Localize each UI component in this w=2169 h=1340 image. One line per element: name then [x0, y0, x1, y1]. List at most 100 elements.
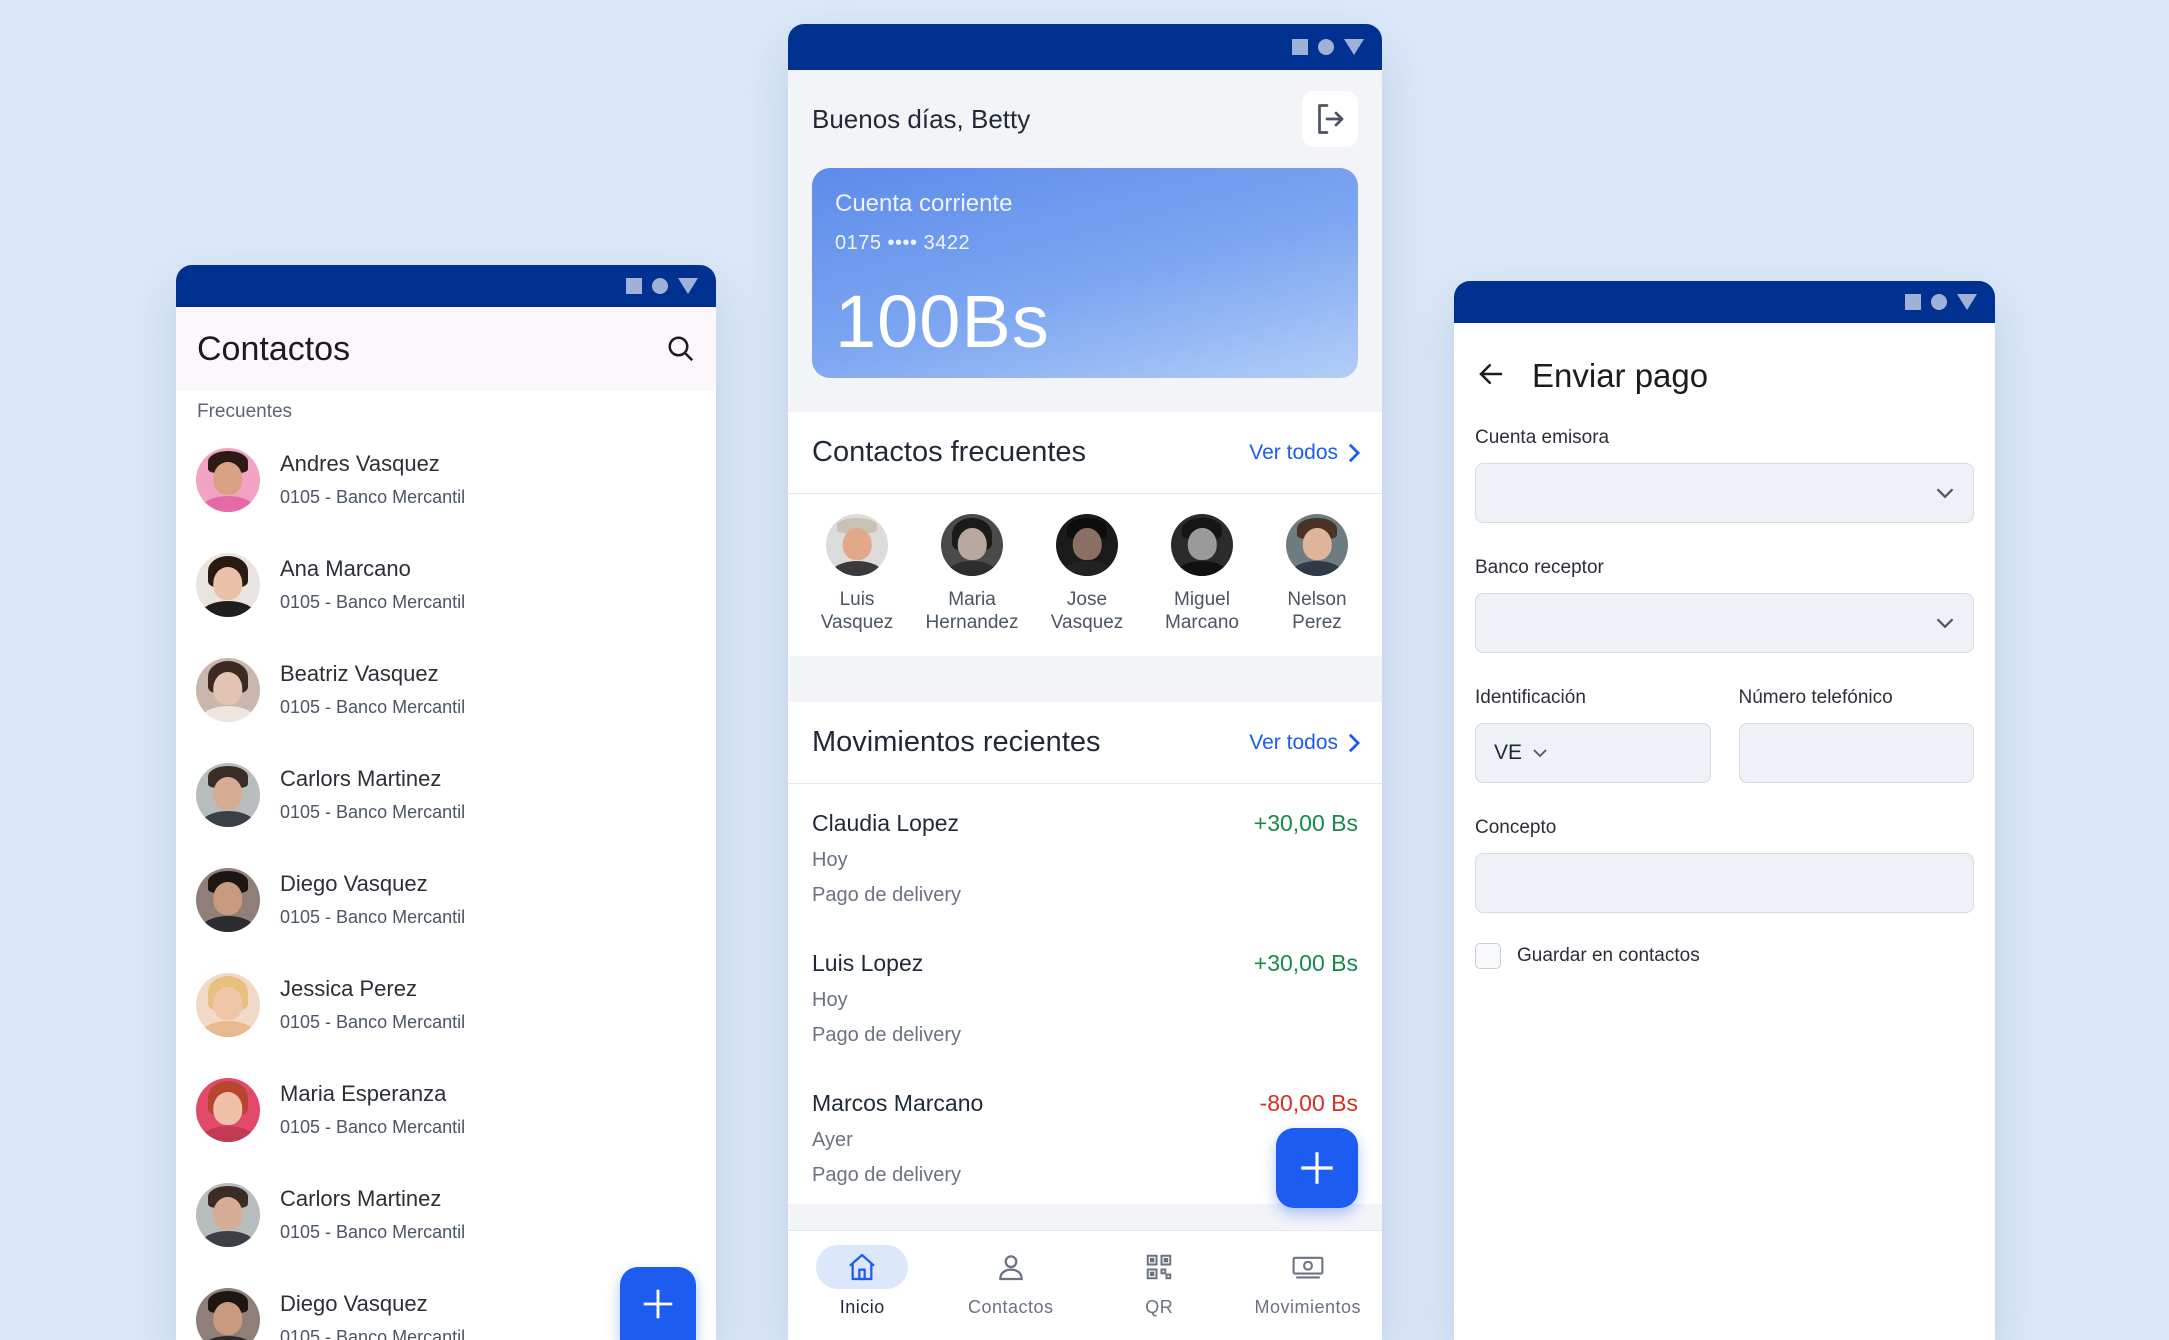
arrow-left-icon: [1479, 363, 1503, 384]
frequent-contact[interactable]: Jose Vasquez: [1042, 514, 1132, 634]
nav-movimientos[interactable]: Movimientos: [1235, 1245, 1381, 1340]
contact-last-name: Vasquez: [1050, 612, 1124, 633]
bottom-navigation: Inicio Contactos QR Movimientos: [788, 1230, 1382, 1340]
plus-icon: [1301, 1152, 1333, 1184]
list-item[interactable]: Jessica Perez 0105 - Banco Mercantil: [176, 952, 716, 1057]
square-icon: [1292, 39, 1308, 55]
page-title: Enviar pago: [1532, 357, 1709, 394]
home-icon: [849, 1253, 876, 1281]
nav-qr[interactable]: QR: [1086, 1245, 1232, 1340]
home-header: Buenos días, Betty: [788, 70, 1382, 168]
see-all-contacts-link[interactable]: Ver todos: [1249, 441, 1362, 465]
save-contact-row: Guardar en contactos: [1475, 943, 1974, 969]
nav-inicio[interactable]: Inicio: [789, 1245, 935, 1340]
list-item[interactable]: Maria Esperanza 0105 - Banco Mercantil: [176, 1057, 716, 1162]
frequent-contacts-row: Luis Vasquez Maria Hernandez Jose Vasquez M…: [788, 494, 1382, 656]
contact-bank: 0105 - Banco Mercantil: [280, 1327, 466, 1340]
list-item[interactable]: Carlors Martinez 0105 - Banco Mercantil: [176, 742, 716, 847]
list-item[interactable]: Diego Vasquez 0105 - Banco Mercantil: [176, 847, 716, 952]
contact-first-name: Nelson: [1287, 589, 1347, 610]
new-payment-button[interactable]: [1276, 1128, 1358, 1208]
circle-icon: [1318, 39, 1334, 55]
status-bar: [176, 265, 716, 307]
logout-button[interactable]: [1302, 91, 1358, 147]
back-button[interactable]: [1476, 359, 1506, 394]
checkbox-label: Guardar en contactos: [1517, 945, 1700, 966]
nav-label: Contactos: [967, 1297, 1054, 1317]
status-bar: [1454, 281, 1995, 323]
contact-name: Diego Vasquez: [280, 1291, 428, 1316]
contact-last-name: Marcano: [1165, 612, 1239, 633]
chevron-down-icon: [1936, 618, 1954, 629]
add-contact-button[interactable]: [620, 1267, 696, 1340]
movement-amount: +30,00 Bs: [1253, 950, 1358, 976]
qr-icon: [1147, 1254, 1172, 1280]
circle-icon: [652, 278, 668, 294]
frequent-contact[interactable]: Maria Hernandez: [925, 514, 1019, 634]
avatar: [196, 1287, 260, 1340]
id-prefix: VE: [1494, 741, 1523, 764]
movement-item[interactable]: Luis Lopez +30,00 Bs Hoy Pago de deliver…: [788, 924, 1382, 1064]
list-item[interactable]: Andres Vasquez 0105 - Banco Mercantil: [176, 427, 716, 532]
movement-item[interactable]: Claudia Lopez +30,00 Bs Hoy Pago de deli…: [788, 784, 1382, 924]
contact-bank: 0105 - Banco Mercantil: [280, 1012, 466, 1032]
receiver-bank-select[interactable]: [1475, 593, 1974, 653]
contact-list: Andres Vasquez 0105 - Banco Mercantil An…: [176, 427, 716, 1340]
greeting: Buenos días, Betty: [812, 103, 1031, 134]
logout-icon: [1318, 104, 1344, 134]
movement-concept: Pago de delivery: [812, 1024, 961, 1046]
field-label: Identificación: [1475, 687, 1586, 708]
nav-label: Inicio: [839, 1297, 885, 1317]
avatar: [196, 447, 260, 512]
circle-icon: [1931, 294, 1947, 310]
triangle-icon: [1957, 294, 1977, 310]
concept-input[interactable]: [1475, 853, 1974, 913]
frequent-contacts-section: Contactos frecuentes Ver todos Luis Vasqu…: [788, 412, 1382, 656]
avatar: [1056, 514, 1118, 576]
id-type-select[interactable]: VE: [1475, 723, 1711, 783]
nav-contactos[interactable]: Contactos: [938, 1245, 1084, 1340]
list-item[interactable]: Beatriz Vasquez 0105 - Banco Mercantil: [176, 637, 716, 742]
avatar: [196, 1182, 260, 1247]
contacts-screen: Contactos Frecuentes Andres Vasquez 0105…: [176, 265, 716, 1340]
contact-bank: 0105 - Banco Mercantil: [280, 697, 466, 717]
contact-name: Carlors Martinez: [280, 1186, 442, 1211]
section-title: Movimientos recientes: [812, 726, 1101, 758]
frequent-contact[interactable]: Luis Vasquez: [812, 514, 902, 634]
contact-last-name: Hernandez: [925, 612, 1019, 633]
frequent-contact[interactable]: Nelson Perez: [1272, 514, 1362, 634]
chevron-right-icon: [1348, 733, 1361, 752]
save-contact-checkbox[interactable]: [1475, 943, 1501, 969]
see-all-movements-link[interactable]: Ver todos: [1249, 731, 1362, 755]
phone-input[interactable]: [1738, 723, 1974, 783]
search-icon[interactable]: [666, 334, 696, 364]
field-label: Concepto: [1475, 817, 1557, 838]
avatar: [196, 762, 260, 827]
square-icon: [626, 278, 642, 294]
payment-header: Enviar pago: [1454, 323, 1995, 407]
field-label: Cuenta emisora: [1475, 427, 1610, 448]
sender-account-select[interactable]: [1475, 463, 1974, 523]
frequent-contact[interactable]: Miguel Marcano: [1157, 514, 1247, 634]
avatar: [196, 657, 260, 722]
see-all-label: Ver todos: [1249, 730, 1338, 754]
nav-label: QR: [1145, 1297, 1174, 1317]
list-item[interactable]: Ana Marcano 0105 - Banco Mercantil: [176, 532, 716, 637]
person-icon: [998, 1255, 1023, 1281]
contact-name: Diego Vasquez: [280, 871, 428, 896]
section-label: Frecuentes: [197, 401, 293, 422]
chevron-down-icon: [1533, 749, 1547, 758]
account-number: 0175 •••• 3422: [835, 232, 971, 254]
account-card[interactable]: Cuenta corriente 0175 •••• 3422 100Bs: [812, 168, 1358, 378]
contact-last-name: Vasquez: [820, 612, 894, 633]
field-label: Banco receptor: [1475, 557, 1604, 578]
send-payment-screen: Enviar pago Cuenta emisora Banco recepto…: [1454, 281, 1995, 1340]
list-item[interactable]: Carlors Martinez 0105 - Banco Mercantil: [176, 1162, 716, 1267]
movement-date: Hoy: [812, 849, 848, 871]
avatar: [826, 514, 888, 576]
contact-name: Carlors Martinez: [280, 766, 442, 791]
contact-bank: 0105 - Banco Mercantil: [280, 487, 466, 507]
contact-last-name: Perez: [1292, 612, 1342, 633]
contact-first-name: Miguel: [1174, 589, 1230, 610]
account-type: Cuenta corriente: [835, 190, 1013, 217]
